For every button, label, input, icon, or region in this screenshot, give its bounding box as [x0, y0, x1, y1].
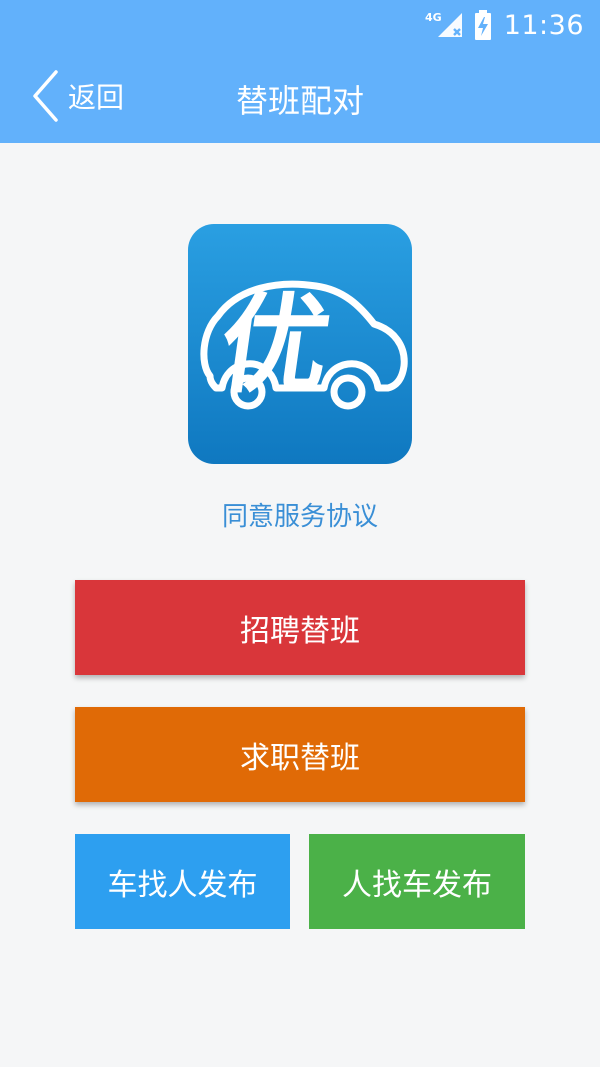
- logo-glyph: 优: [212, 281, 338, 407]
- seek-substitute-button[interactable]: 求职替班: [75, 707, 525, 802]
- app-logo: 优: [188, 224, 412, 464]
- car-seeks-person-button[interactable]: 车找人发布: [75, 834, 290, 929]
- status-icons: 4G 11:36: [425, 8, 584, 42]
- top-bar: 4G 11:36 返回 替班配对: [0, 0, 600, 143]
- chevron-left-icon: [33, 70, 58, 122]
- network-type-label: 4G: [425, 10, 442, 24]
- status-bar: 4G 11:36: [0, 0, 600, 48]
- person-seeks-car-button[interactable]: 人找车发布: [309, 834, 525, 929]
- back-button[interactable]: 返回: [30, 68, 124, 124]
- navigation-bar: 返回 替班配对: [0, 48, 600, 143]
- service-agreement-link[interactable]: 同意服务协议: [0, 496, 600, 533]
- battery-charging-icon: [474, 10, 491, 40]
- clock: 11:36: [503, 9, 584, 41]
- back-label: 返回: [68, 81, 125, 114]
- recruit-substitute-button[interactable]: 招聘替班: [75, 580, 525, 675]
